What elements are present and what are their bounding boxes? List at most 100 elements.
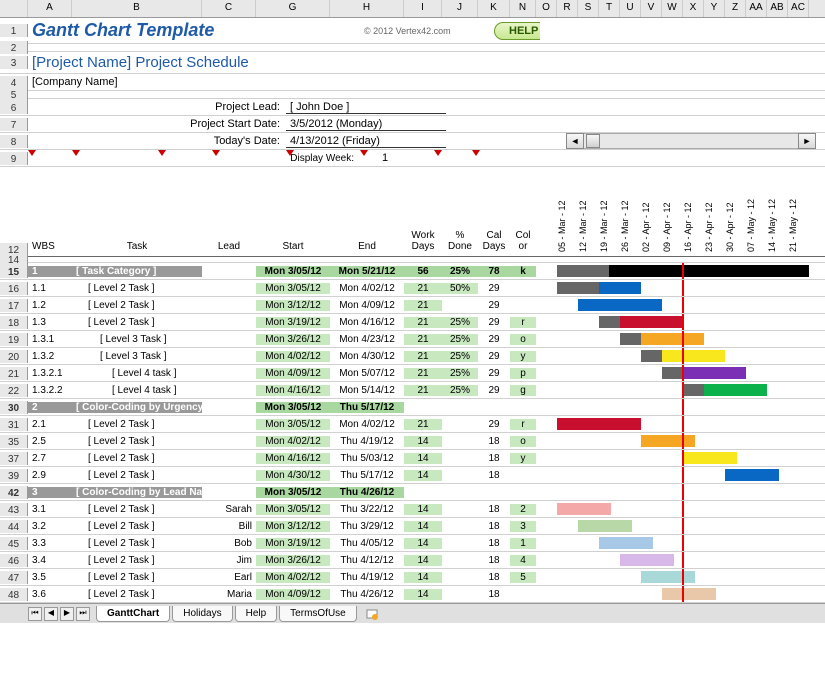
end-cell[interactable]: Thu 4/05/12 [330, 538, 404, 549]
start-cell[interactable]: Mon 4/02/12 [256, 351, 330, 362]
workdays-cell[interactable]: 21 [404, 334, 442, 345]
caldays-cell[interactable]: 18 [478, 504, 510, 515]
workdays-cell[interactable]: 14 [404, 555, 442, 566]
task-cell[interactable]: [ Level 2 Task ] [72, 572, 202, 583]
task-cell[interactable]: [ Level 2 Task ] [72, 419, 202, 430]
task-cell[interactable]: [ Level 3 Task ] [72, 334, 202, 345]
workdays-cell[interactable]: 14 [404, 521, 442, 532]
start-cell[interactable]: Mon 4/02/12 [256, 436, 330, 447]
collapse-marker-icon[interactable] [286, 150, 294, 156]
start-cell[interactable]: Mon 3/05/12 [256, 419, 330, 430]
pctdone-cell[interactable]: 50% [442, 283, 478, 294]
row-number[interactable]: 31 [0, 418, 28, 431]
sheet-tab[interactable]: GanttChart [96, 606, 170, 622]
today-value[interactable]: 4/13/2012 (Friday) [286, 135, 446, 148]
column-header[interactable]: AB [767, 0, 788, 17]
start-cell[interactable]: Mon 4/16/12 [256, 385, 330, 396]
row-number[interactable]: 48 [0, 588, 28, 601]
task-cell[interactable]: [ Level 3 Task ] [72, 351, 202, 362]
start-cell[interactable]: Mon 3/05/12 [256, 504, 330, 515]
caldays-cell[interactable]: 18 [478, 436, 510, 447]
task-cell[interactable]: [ Level 2 Task ] [72, 436, 202, 447]
wbs-cell[interactable]: 2.5 [28, 436, 72, 447]
color-cell[interactable]: r [510, 419, 536, 430]
task-cell[interactable]: [ Level 2 Task ] [72, 317, 202, 328]
row-number[interactable]: 2 [0, 41, 28, 54]
start-cell[interactable]: Mon 3/26/12 [256, 555, 330, 566]
wbs-cell[interactable]: 3.4 [28, 555, 72, 566]
task-cell[interactable]: [ Level 2 Task ] [72, 521, 202, 532]
caldays-cell[interactable]: 29 [478, 419, 510, 430]
lead-value[interactable]: [ John Doe ] [286, 101, 446, 114]
task-cell[interactable]: [ Level 4 task ] [72, 368, 202, 379]
wbs-cell[interactable]: 2.1 [28, 419, 72, 430]
wbs-cell[interactable]: 1.3.1 [28, 334, 72, 345]
week-scrollbar[interactable]: ◄► [566, 133, 816, 149]
workdays-cell[interactable]: 21 [404, 368, 442, 379]
sheet-tab[interactable]: Holidays [172, 606, 232, 622]
caldays-cell[interactable]: 18 [478, 521, 510, 532]
column-header[interactable]: H [330, 0, 404, 17]
column-header[interactable]: V [641, 0, 662, 17]
start-cell[interactable]: Mon 4/30/12 [256, 470, 330, 481]
workdays-cell[interactable]: 14 [404, 470, 442, 481]
pctdone-cell[interactable]: 25% [442, 317, 478, 328]
caldays-cell[interactable]: 18 [478, 589, 510, 600]
tab-nav-button[interactable]: ⏭ [76, 607, 90, 621]
row-number[interactable]: 47 [0, 571, 28, 584]
column-header[interactable]: S [578, 0, 599, 17]
start-cell[interactable]: Mon 3/12/12 [256, 521, 330, 532]
caldays-cell[interactable]: 29 [478, 283, 510, 294]
task-cell[interactable]: [ Level 2 Task ] [72, 538, 202, 549]
color-cell[interactable]: k [510, 266, 536, 277]
wbs-cell[interactable]: 1 [28, 266, 72, 277]
row-number[interactable]: 3 [0, 56, 28, 69]
end-cell[interactable]: Mon 4/09/12 [330, 300, 404, 311]
collapse-marker-icon[interactable] [360, 150, 368, 156]
lead-cell[interactable]: Maria [202, 589, 256, 600]
help-button[interactable]: HELP [494, 22, 540, 40]
caldays-cell[interactable]: 18 [478, 470, 510, 481]
start-cell[interactable]: Mon 3/12/12 [256, 300, 330, 311]
end-cell[interactable]: Mon 4/16/12 [330, 317, 404, 328]
wbs-cell[interactable]: 2 [28, 402, 72, 413]
row-number[interactable]: 15 [0, 265, 28, 278]
start-cell[interactable]: Mon 3/19/12 [256, 538, 330, 549]
collapse-marker-icon[interactable] [158, 150, 166, 156]
wbs-cell[interactable]: 3.5 [28, 572, 72, 583]
start-cell[interactable]: Mon 3/26/12 [256, 334, 330, 345]
sheet-tab[interactable]: TermsOfUse [279, 606, 357, 622]
end-cell[interactable]: Thu 5/17/12 [330, 470, 404, 481]
task-cell[interactable]: [ Level 2 Task ] [72, 504, 202, 515]
caldays-cell[interactable]: 18 [478, 572, 510, 583]
column-header[interactable]: G [256, 0, 330, 17]
pctdone-cell[interactable]: 25% [442, 385, 478, 396]
row-number[interactable]: 6 [0, 101, 28, 114]
color-cell[interactable]: p [510, 368, 536, 379]
column-header[interactable]: T [599, 0, 620, 17]
row-number[interactable]: 37 [0, 452, 28, 465]
color-cell[interactable]: g [510, 385, 536, 396]
color-cell[interactable]: 2 [510, 504, 536, 515]
row-number[interactable]: 7 [0, 118, 28, 131]
row-number[interactable]: 44 [0, 520, 28, 533]
column-header[interactable]: U [620, 0, 641, 17]
end-cell[interactable]: Mon 5/21/12 [330, 266, 404, 277]
column-header[interactable]: N [510, 0, 536, 17]
caldays-cell[interactable]: 18 [478, 538, 510, 549]
workdays-cell[interactable]: 14 [404, 436, 442, 447]
workdays-cell[interactable]: 14 [404, 453, 442, 464]
end-cell[interactable]: Thu 5/03/12 [330, 453, 404, 464]
column-header[interactable]: Y [704, 0, 725, 17]
task-cell[interactable]: [ Level 2 Task ] [72, 555, 202, 566]
column-header[interactable]: AA [746, 0, 767, 17]
workdays-cell[interactable]: 14 [404, 538, 442, 549]
end-cell[interactable]: Mon 4/30/12 [330, 351, 404, 362]
start-value[interactable]: 3/5/2012 (Monday) [286, 118, 446, 131]
insert-sheet-icon[interactable] [365, 607, 379, 621]
workdays-cell[interactable]: 14 [404, 572, 442, 583]
row-number[interactable]: 8 [0, 135, 28, 148]
color-cell[interactable]: y [510, 453, 536, 464]
task-cell[interactable]: [ Level 2 Task ] [72, 470, 202, 481]
scroll-right-button[interactable]: ► [798, 133, 816, 149]
